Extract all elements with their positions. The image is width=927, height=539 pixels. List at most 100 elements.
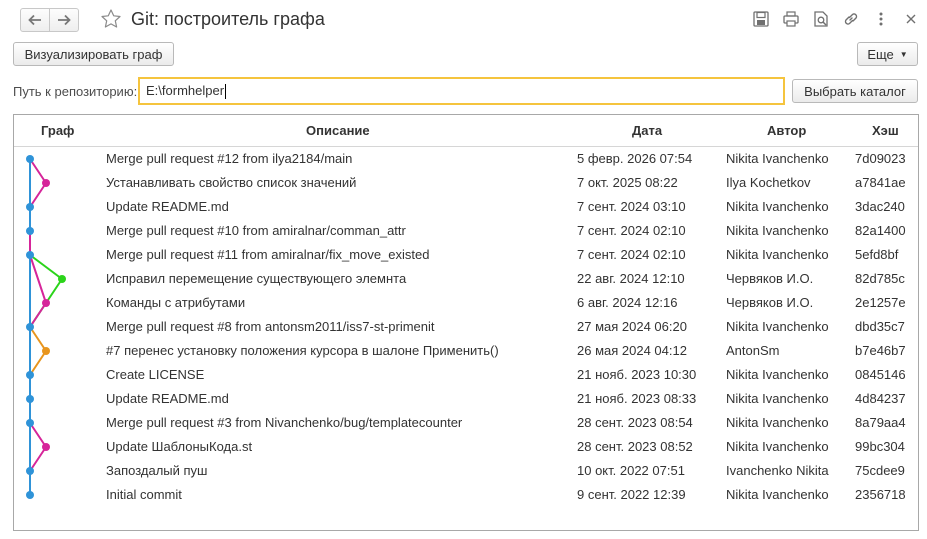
cell-date: 6 авг. 2024 12:16 xyxy=(577,295,678,310)
repo-path-label: Путь к репозиторию: xyxy=(13,84,138,99)
cell-description: Запоздалый пуш xyxy=(106,463,208,478)
favorite-star-icon[interactable] xyxy=(100,8,122,30)
cell-author: Nikita Ivanchenko xyxy=(726,367,829,382)
cell-author: Ilya Kochetkov xyxy=(726,175,811,190)
cell-author: AntonSm xyxy=(726,343,780,358)
chevron-down-icon: ▼ xyxy=(899,49,908,59)
arrow-right-icon xyxy=(58,14,71,26)
table-header: Граф Описание Дата Автор Хэш xyxy=(14,115,918,147)
cell-author: Nikita Ivanchenko xyxy=(726,319,829,334)
table-row[interactable]: Update README.md 21 нояб. 2023 08:33 Nikit… xyxy=(14,387,918,411)
table-row[interactable]: Merge pull request #12 from ilya2184/mai… xyxy=(14,147,918,171)
more-menu-label: Еще xyxy=(867,46,894,62)
cell-description: Исправил перемещение существующего элемн… xyxy=(106,271,407,286)
cell-author: Червяков И.О. xyxy=(726,295,814,310)
table-row[interactable]: Команды с атрибутами 6 авг. 2024 12:16 Чер… xyxy=(14,291,918,315)
more-vertical-icon[interactable] xyxy=(872,10,890,28)
visualize-graph-button[interactable]: Визуализировать граф xyxy=(13,42,174,66)
header-hash[interactable]: Хэш xyxy=(872,123,899,138)
cell-hash: b7e46b7 xyxy=(855,343,906,358)
link-icon[interactable] xyxy=(842,10,860,28)
table-row[interactable]: Initial commit 9 сент. 2022 12:39 Nikita I… xyxy=(14,483,918,507)
cell-date: 28 сент. 2023 08:52 xyxy=(577,439,693,454)
cell-hash: 82a1400 xyxy=(855,223,906,238)
cell-date: 27 мая 2024 06:20 xyxy=(577,319,687,334)
window-title: Git: построитель графа xyxy=(131,9,325,29)
cell-author: Nikita Ivanchenko xyxy=(726,151,829,166)
cell-date: 7 окт. 2025 08:22 xyxy=(577,175,678,190)
window-titlebar: Git: построитель графа xyxy=(0,0,927,40)
cell-description: Merge pull request #3 from Nivanchenko/b… xyxy=(106,415,463,430)
repo-path-input[interactable]: E:\formhelper xyxy=(138,77,785,105)
cell-author: Nikita Ivanchenko xyxy=(726,415,829,430)
cell-description: Initial commit xyxy=(106,487,182,502)
table-row[interactable]: Create LICENSE 21 нояб. 2023 10:30 Nikita … xyxy=(14,363,918,387)
cell-date: 21 нояб. 2023 10:30 xyxy=(577,367,697,382)
table-row[interactable]: Update README.md 7 сент. 2024 03:10 Nikita… xyxy=(14,195,918,219)
cell-description: Merge pull request #12 from ilya2184/mai… xyxy=(106,151,353,166)
cell-description: Устанавливать свойство список значений xyxy=(106,175,357,190)
cell-description: #7 перенес установку положения курсора в… xyxy=(106,343,499,358)
cell-date: 7 сент. 2024 02:10 xyxy=(577,223,686,238)
table-row[interactable]: Исправил перемещение существующего элемн… xyxy=(14,267,918,291)
cell-hash: a7841ae xyxy=(855,175,906,190)
cell-date: 22 авг. 2024 12:10 xyxy=(577,271,685,286)
cell-author: Nikita Ivanchenko xyxy=(726,439,829,454)
cell-author: Nikita Ivanchenko xyxy=(726,391,829,406)
cell-hash: 3dac240 xyxy=(855,199,905,214)
cell-description: Update README.md xyxy=(106,199,229,214)
cell-description: Merge pull request #10 from amiralnar/co… xyxy=(106,223,406,238)
back-button[interactable] xyxy=(20,8,50,32)
close-icon[interactable] xyxy=(902,10,920,28)
cell-date: 26 мая 2024 04:12 xyxy=(577,343,687,358)
repo-path-value: E:\formhelper xyxy=(146,83,225,98)
more-menu-button[interactable]: Еще ▼ xyxy=(857,42,918,66)
header-author[interactable]: Автор xyxy=(767,123,806,138)
header-date[interactable]: Дата xyxy=(632,123,662,138)
cell-description: Команды с атрибутами xyxy=(106,295,246,310)
cell-description: Update ШаблоныКода.st xyxy=(106,439,253,454)
table-row[interactable]: Merge pull request #8 from antonsm2011/i… xyxy=(14,315,918,339)
save-icon[interactable] xyxy=(752,10,770,28)
cell-hash: 99bc304 xyxy=(855,439,905,454)
table-row[interactable]: Запоздалый пуш 10 окт. 2022 07:51 Ivanchen… xyxy=(14,459,918,483)
cell-date: 7 сент. 2024 03:10 xyxy=(577,199,686,214)
cell-date: 21 нояб. 2023 08:33 xyxy=(577,391,697,406)
table-row[interactable]: Устанавливать свойство список значений 7 … xyxy=(14,171,918,195)
cell-hash: 2356718 xyxy=(855,487,906,502)
commit-table[interactable]: Граф Описание Дата Автор Хэш Merge pull … xyxy=(13,114,919,531)
cell-hash: 0845146 xyxy=(855,367,906,382)
cell-date: 28 сент. 2023 08:54 xyxy=(577,415,693,430)
cell-author: Червяков И.О. xyxy=(726,271,814,286)
cell-date: 7 сент. 2024 02:10 xyxy=(577,247,686,262)
table-row[interactable]: #7 перенес установку положения курсора в… xyxy=(14,339,918,363)
print-icon[interactable] xyxy=(782,10,800,28)
cell-hash: 2e1257e xyxy=(855,295,906,310)
cell-author: Nikita Ivanchenko xyxy=(726,223,829,238)
cell-description: Update README.md xyxy=(106,391,229,406)
cell-author: Nikita Ivanchenko xyxy=(726,199,829,214)
arrow-left-icon xyxy=(28,14,41,26)
cell-date: 10 окт. 2022 07:51 xyxy=(577,463,685,478)
table-row[interactable]: Update ШаблоныКода.st 28 сент. 2023 08:52… xyxy=(14,435,918,459)
choose-directory-button[interactable]: Выбрать каталог xyxy=(792,79,918,103)
cell-author: Nikita Ivanchenko xyxy=(726,487,829,502)
table-row[interactable]: Merge pull request #10 from amiralnar/co… xyxy=(14,219,918,243)
cell-date: 5 февр. 2026 07:54 xyxy=(577,151,693,166)
cell-description: Create LICENSE xyxy=(106,367,205,382)
cell-hash: dbd35c7 xyxy=(855,319,905,334)
cell-hash: 4d84237 xyxy=(855,391,906,406)
cell-hash: 75cdee9 xyxy=(855,463,905,478)
cell-hash: 7d09023 xyxy=(855,151,906,166)
cell-hash: 82d785c xyxy=(855,271,905,286)
forward-button[interactable] xyxy=(49,8,79,32)
cell-author: Nikita Ivanchenko xyxy=(726,247,829,262)
cell-hash: 5efd8bf xyxy=(855,247,899,262)
cell-date: 9 сент. 2022 12:39 xyxy=(577,487,686,502)
header-description[interactable]: Описание xyxy=(306,123,370,138)
cell-description: Merge pull request #11 from amiralnar/fi… xyxy=(106,247,430,262)
table-row[interactable]: Merge pull request #3 from Nivanchenko/b… xyxy=(14,411,918,435)
cell-hash: 8a79aa4 xyxy=(855,415,906,430)
preview-icon[interactable] xyxy=(812,10,830,28)
table-row[interactable]: Merge pull request #11 from amiralnar/fi… xyxy=(14,243,918,267)
